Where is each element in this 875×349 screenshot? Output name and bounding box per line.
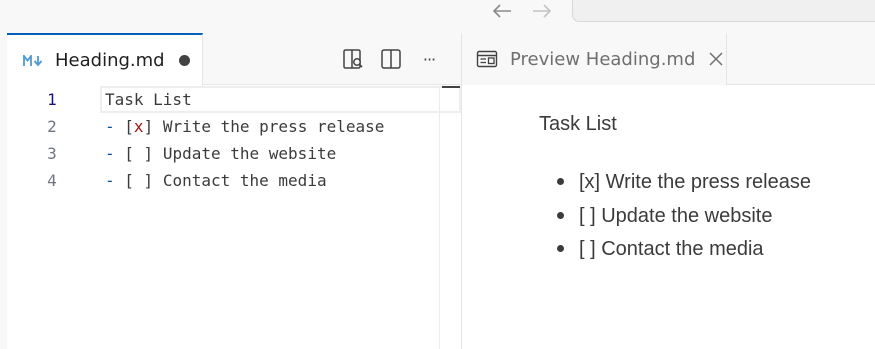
checkbox-text: [ ] [124,144,154,163]
preview-icon [476,50,498,68]
text-editor[interactable]: 1 Task List 2 - [x] Write the press rele… [7,86,461,349]
list-marker: - [105,144,115,163]
tab-bar-right: Preview Heading.md [462,33,875,85]
tab-preview-heading-md[interactable]: Preview Heading.md [462,33,727,85]
go-back-button[interactable] [489,0,515,22]
split-editor-icon [381,49,401,69]
ellipsis-icon: ··· [422,49,436,69]
list-item-text: [x] Write the press release [579,171,811,193]
editor-group-left: Heading.md ··· 1 Task List 2 - [x] Write… [7,33,461,349]
line-number: 3 [47,144,57,163]
close-tab-button[interactable] [707,50,725,68]
bullet-icon [557,178,564,185]
list-marker: - [105,171,115,190]
item-text: Write the press release [153,117,385,136]
line-text: - [x] Write the press release [105,113,384,140]
list-item: [ ] Contact the media [557,236,811,270]
preview-paragraph-title: Task List [539,113,617,135]
list-item: [ ] Update the website [557,203,811,237]
tab-label: Heading.md [55,50,165,71]
cursor-position-marker [442,86,460,88]
editor-actions: ··· [341,47,441,71]
markdown-icon [23,54,45,68]
editor-line[interactable]: 4 - [ ] Contact the media [7,167,461,194]
vscode-window: Heading.md ··· 1 Task List 2 - [x] Write… [0,0,875,349]
line-text: - [ ] Contact the media [105,167,327,194]
checkbox-text: [ ] [124,171,154,190]
list-item-text: [ ] Update the website [579,204,773,227]
tab-label: Preview Heading.md [510,48,696,70]
split-editor-button[interactable] [379,47,403,71]
line-number: 4 [47,171,57,190]
line-number: 2 [47,117,57,136]
list-item: [x] Write the press release [557,169,811,203]
arrow-left-icon [492,4,511,18]
preview-list: [x] Write the press release [ ] Update t… [557,169,811,270]
overview-ruler[interactable] [439,86,461,349]
bullet-icon [557,211,564,219]
go-forward-button[interactable] [529,0,555,22]
unsaved-indicator-icon[interactable] [178,55,190,66]
markdown-preview[interactable]: Task List [x] Write the press release [ … [462,85,875,349]
close-icon [709,52,723,66]
activity-gap [0,33,7,349]
item-text: Contact the media [153,171,327,190]
editor-group-right: Preview Heading.md Task List [x] Write t… [461,33,875,349]
more-actions-button[interactable]: ··· [417,47,441,71]
list-marker: - [105,117,115,136]
editor-line[interactable]: 3 - [ ] Update the website [7,140,461,167]
bullet-icon [557,245,564,252]
tab-bar-left: Heading.md ··· [7,33,461,86]
line-number: 1 [47,90,57,109]
checkbox-text: [x] [124,117,154,136]
command-center-search[interactable] [572,0,875,22]
editor-line[interactable]: 1 Task List [7,86,461,113]
list-item-text: [ ] Contact the media [579,238,764,260]
line-text: Task List [105,90,192,109]
line-text: - [ ] Update the website [105,140,336,167]
open-preview-to-side-button[interactable] [341,47,365,71]
editor-line[interactable]: 2 - [x] Write the press release [7,113,461,140]
preview-search-icon [343,49,363,69]
title-bar [0,0,875,33]
tab-heading-md[interactable]: Heading.md [7,33,203,86]
arrow-right-icon [533,4,552,18]
item-text: Update the website [153,144,337,163]
